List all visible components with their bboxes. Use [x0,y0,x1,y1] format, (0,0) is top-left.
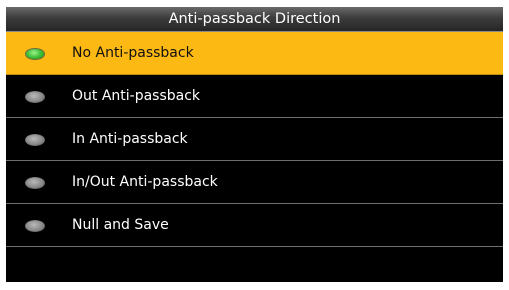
option-in-out-anti-passback[interactable]: In/Out Anti-passback [6,161,503,204]
option-label: Null and Save [72,217,169,233]
option-list: No Anti-passback Out Anti-passback In An… [6,32,503,247]
option-in-anti-passback[interactable]: In Anti-passback [6,118,503,161]
option-label: Out Anti-passback [72,88,201,104]
radio-selected-icon [25,48,45,60]
option-label: No Anti-passback [72,45,194,61]
radio-unselected-icon [25,91,45,103]
option-label: In Anti-passback [72,131,188,147]
radio-unselected-icon [25,177,45,189]
option-no-anti-passback[interactable]: No Anti-passback [6,32,503,75]
device-screen: Anti-passback Direction No Anti-passback… [6,7,503,282]
page-title: Anti-passback Direction [6,7,503,32]
option-null-and-save[interactable]: Null and Save [6,204,503,247]
radio-unselected-icon [25,220,45,232]
option-label: In/Out Anti-passback [72,174,218,190]
radio-unselected-icon [25,134,45,146]
option-out-anti-passback[interactable]: Out Anti-passback [6,75,503,118]
